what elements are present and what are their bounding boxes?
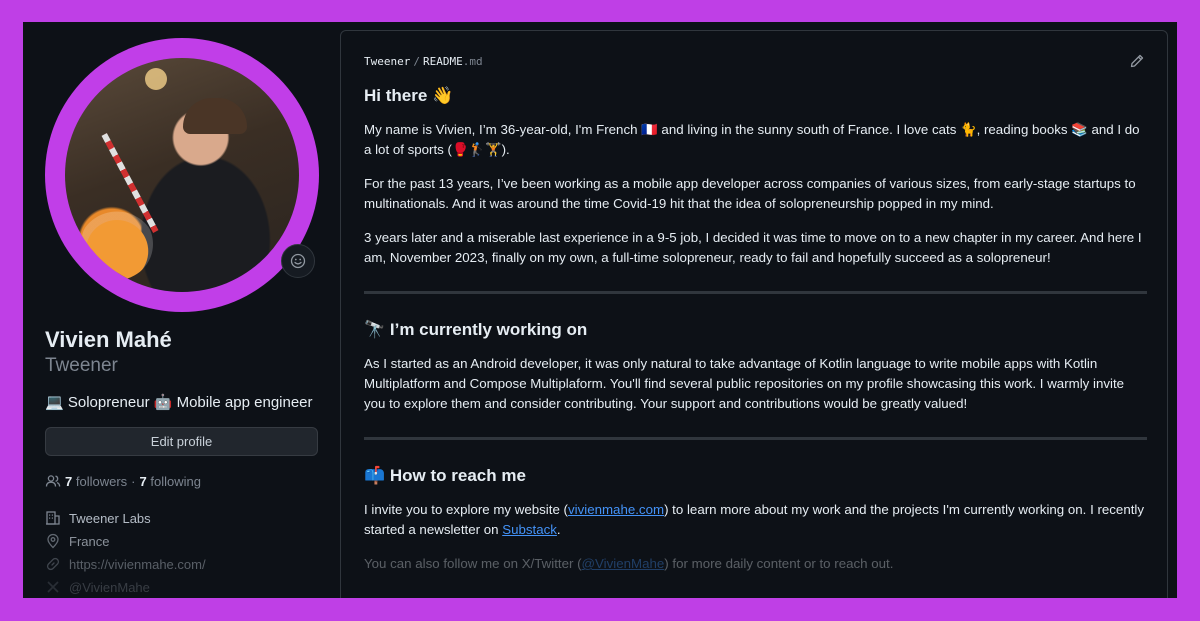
reach-paragraph-1: I invite you to explore my website (vivi… [364, 502, 1145, 537]
readme-file-name: README [422, 55, 463, 68]
smiley-icon [290, 253, 306, 269]
link-icon [46, 557, 60, 571]
website-link[interactable]: vivienmahe.com [568, 502, 664, 517]
profile-location: France [45, 533, 109, 549]
profile-website[interactable]: https://vivienmahe.com/ [45, 556, 206, 572]
edit-readme-button[interactable] [1129, 53, 1145, 74]
building-icon [46, 511, 60, 525]
intro-paragraph-2: For the past 13 years, I’ve been working… [364, 176, 1136, 211]
intro-paragraph-3: 3 years later and a miserable last exper… [364, 230, 1142, 265]
avatar[interactable] [65, 58, 299, 292]
intro-paragraph-1: My name is Vivien, I’m 36-year-old, I'm … [364, 122, 1140, 157]
x-logo-icon [47, 581, 59, 593]
edit-profile-button[interactable]: Edit profile [45, 427, 318, 456]
profile-page: Vivien Mahé Tweener 💻 Solopreneur 🤖 Mobi… [23, 22, 1177, 598]
intro-heading: Hi there 👋 [364, 86, 454, 105]
follow-stats: 7 followers · 7 following [45, 473, 201, 489]
reach-paragraph-2: You can also follow me on X/Twitter (@Vi… [364, 556, 894, 571]
location-icon [47, 533, 59, 549]
avatar-ring [45, 38, 319, 312]
working-heading: 🔭 I’m currently working on [364, 320, 588, 339]
working-paragraph: As I started as an Android developer, it… [364, 356, 1125, 411]
followers-link[interactable]: 7 followers [65, 474, 127, 489]
profile-company: Tweener Labs [45, 510, 151, 526]
twitter-link[interactable]: @VivienMahe [582, 556, 665, 571]
substack-link[interactable]: Substack [502, 522, 557, 537]
profile-login: Tweener [45, 355, 118, 376]
set-status-button[interactable] [281, 244, 315, 278]
pencil-icon [1130, 54, 1144, 68]
section-divider [364, 437, 1147, 440]
readme-breadcrumb: Tweener / README.md [364, 55, 483, 68]
profile-name: Vivien Mahé [45, 327, 172, 352]
section-divider [364, 291, 1147, 294]
reach-heading: 📫 How to reach me [364, 466, 526, 485]
readme-owner-link[interactable]: Tweener [364, 55, 410, 68]
readme-content: Hi there 👋 My name is Vivien, I’m 36-yea… [364, 84, 1147, 588]
profile-twitter[interactable]: @VivienMahe [45, 579, 150, 595]
readme-card: Tweener / README.md Hi there 👋 My name is … [340, 30, 1168, 598]
people-icon [45, 475, 61, 487]
profile-bio: 💻 Solopreneur 🤖 Mobile app engineer [45, 394, 313, 411]
following-link[interactable]: 7 following [140, 474, 201, 489]
